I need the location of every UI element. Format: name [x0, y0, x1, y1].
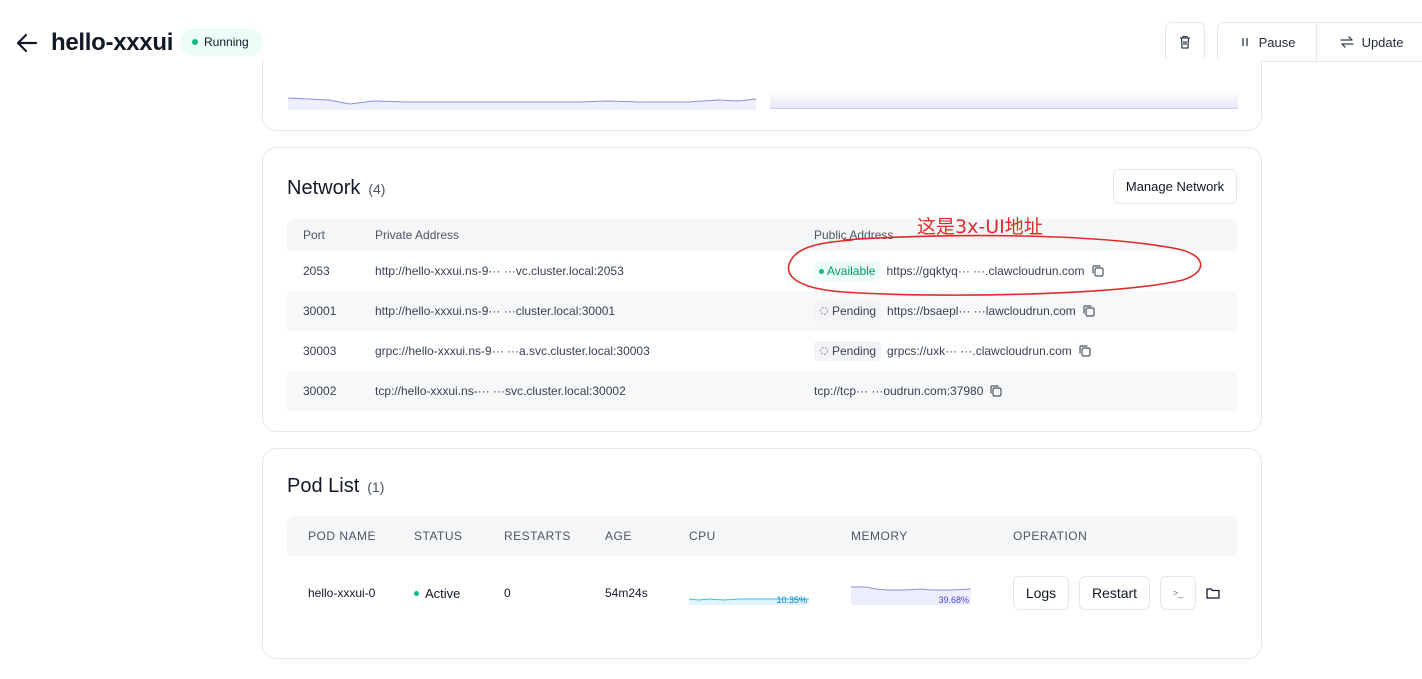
- active-dot-icon: [414, 590, 419, 596]
- status-text: Pending: [832, 304, 877, 318]
- pod-restarts-cell: 0: [504, 586, 511, 600]
- trash-icon: [1180, 35, 1190, 49]
- column-restarts: RESTARTS: [504, 529, 571, 543]
- monitor-card: [262, 60, 1262, 131]
- pod-list-card: Pod List (1) POD NAME STATUS RESTARTS AG…: [262, 448, 1262, 659]
- private-address-cell: http://hello-xxxui.ns-9··· ···vc.cluster…: [375, 264, 624, 278]
- annotation-circle: [787, 234, 1202, 296]
- status-text: Pending: [832, 344, 877, 358]
- pod-name-cell[interactable]: hello-xxxui-0: [287, 586, 414, 600]
- pod-cpu-cell: 10.35%: [688, 581, 851, 605]
- pause-label: Pause: [1258, 34, 1296, 50]
- column-memory: MEMORY: [851, 529, 908, 543]
- terminal-icon: >_: [1172, 588, 1184, 598]
- cpu-value: 10.35%: [776, 595, 807, 605]
- public-address-link[interactable]: tcp://tcp··· ···oudrun.com:37980: [814, 384, 983, 398]
- column-cpu: CPU: [689, 529, 716, 543]
- cpu-trend-chart: [288, 97, 756, 110]
- port-cell: 30003: [303, 344, 337, 358]
- swap-arrows-icon: [1339, 36, 1354, 48]
- port-cell: 30002: [303, 384, 337, 398]
- column-port: Port: [303, 228, 326, 242]
- column-private-address: Private Address: [375, 228, 460, 242]
- public-address-cell: Pending https://bsaepl··· ···lawcloudrun…: [798, 301, 1237, 321]
- port-cell: 30001: [303, 304, 337, 318]
- delete-button[interactable]: [1165, 22, 1205, 62]
- public-address-cell: tcp://tcp··· ···oudrun.com:37980: [798, 384, 1237, 398]
- copy-icon[interactable]: [989, 384, 1003, 398]
- status-dot-icon: [192, 39, 198, 45]
- pod-memory-cell: 39.68%: [851, 581, 1013, 605]
- pause-button[interactable]: Pause: [1218, 23, 1318, 61]
- pod-list-count: (1): [367, 479, 385, 495]
- spinner-icon: [819, 346, 829, 356]
- column-age: AGE: [605, 529, 632, 543]
- public-address-link[interactable]: https://bsaepl··· ···lawcloudrun.com: [887, 304, 1076, 318]
- public-address-link[interactable]: grpcs://uxk··· ···.clawcloudrun.com: [887, 344, 1072, 358]
- port-cell: 2053: [303, 264, 330, 278]
- status-label: Running: [204, 35, 249, 49]
- table-row: 30002 tcp://hello-xxxui.ns-··· ···svc.cl…: [287, 371, 1237, 411]
- update-label: Update: [1361, 34, 1404, 50]
- copy-icon[interactable]: [1082, 304, 1096, 318]
- cpu-sparkline: 10.35%: [688, 581, 809, 605]
- pod-table-header: POD NAME STATUS RESTARTS AGE CPU MEMORY …: [287, 516, 1237, 556]
- update-button[interactable]: Update: [1317, 23, 1422, 61]
- private-address-cell: grpc://hello-xxxui.ns-9··· ···a.svc.clus…: [375, 344, 650, 358]
- app-actions: Pause Update: [1217, 22, 1422, 62]
- pod-status-cell: Active: [414, 586, 504, 601]
- memory-sparkline: 39.68%: [851, 581, 972, 605]
- status-badge: Running: [180, 28, 263, 56]
- memory-trend-chart: [770, 93, 1238, 109]
- back-arrow-icon[interactable]: [14, 30, 40, 56]
- pod-list-title: Pod List: [287, 475, 360, 497]
- restart-button[interactable]: Restart: [1079, 576, 1150, 610]
- copy-icon[interactable]: [1078, 344, 1092, 358]
- pod-operations: Logs Restart >_: [1013, 576, 1237, 610]
- spinner-icon: [819, 306, 829, 316]
- network-title: Network: [287, 177, 361, 199]
- public-address-cell: Pending grpcs://uxk··· ···.clawcloudrun.…: [798, 341, 1237, 361]
- app-title: hello-xxxui: [51, 29, 174, 56]
- folder-icon[interactable]: [1206, 586, 1220, 600]
- pod-age-cell: 54m24s: [605, 586, 648, 600]
- terminal-button[interactable]: >_: [1160, 576, 1196, 610]
- pod-table: POD NAME STATUS RESTARTS AGE CPU MEMORY …: [287, 516, 1237, 630]
- network-heading: Network (4): [287, 177, 385, 200]
- column-operation: OPERATION: [1013, 529, 1088, 543]
- network-count: (4): [368, 181, 386, 197]
- manage-network-button[interactable]: Manage Network: [1113, 169, 1237, 204]
- private-address-cell: http://hello-xxxui.ns-9··· ···cluster.lo…: [375, 304, 616, 318]
- pod-status-text: Active: [425, 585, 461, 601]
- private-address-cell: tcp://hello-xxxui.ns-··· ···svc.cluster.…: [375, 384, 626, 398]
- pending-badge: Pending: [814, 301, 882, 321]
- table-row: 30003 grpc://hello-xxxui.ns-9··· ···a.sv…: [287, 331, 1237, 371]
- table-row: hello-xxxui-0 Active 0 54m24s 10.35% 39.…: [287, 556, 1237, 630]
- memory-value: 39.68%: [938, 595, 969, 605]
- pod-list-heading: Pod List (1): [287, 475, 384, 498]
- pending-badge: Pending: [814, 341, 882, 361]
- column-pod-name: POD NAME: [308, 529, 377, 543]
- pause-icon: [1241, 38, 1248, 46]
- logs-button[interactable]: Logs: [1013, 576, 1069, 610]
- column-status: STATUS: [414, 529, 463, 543]
